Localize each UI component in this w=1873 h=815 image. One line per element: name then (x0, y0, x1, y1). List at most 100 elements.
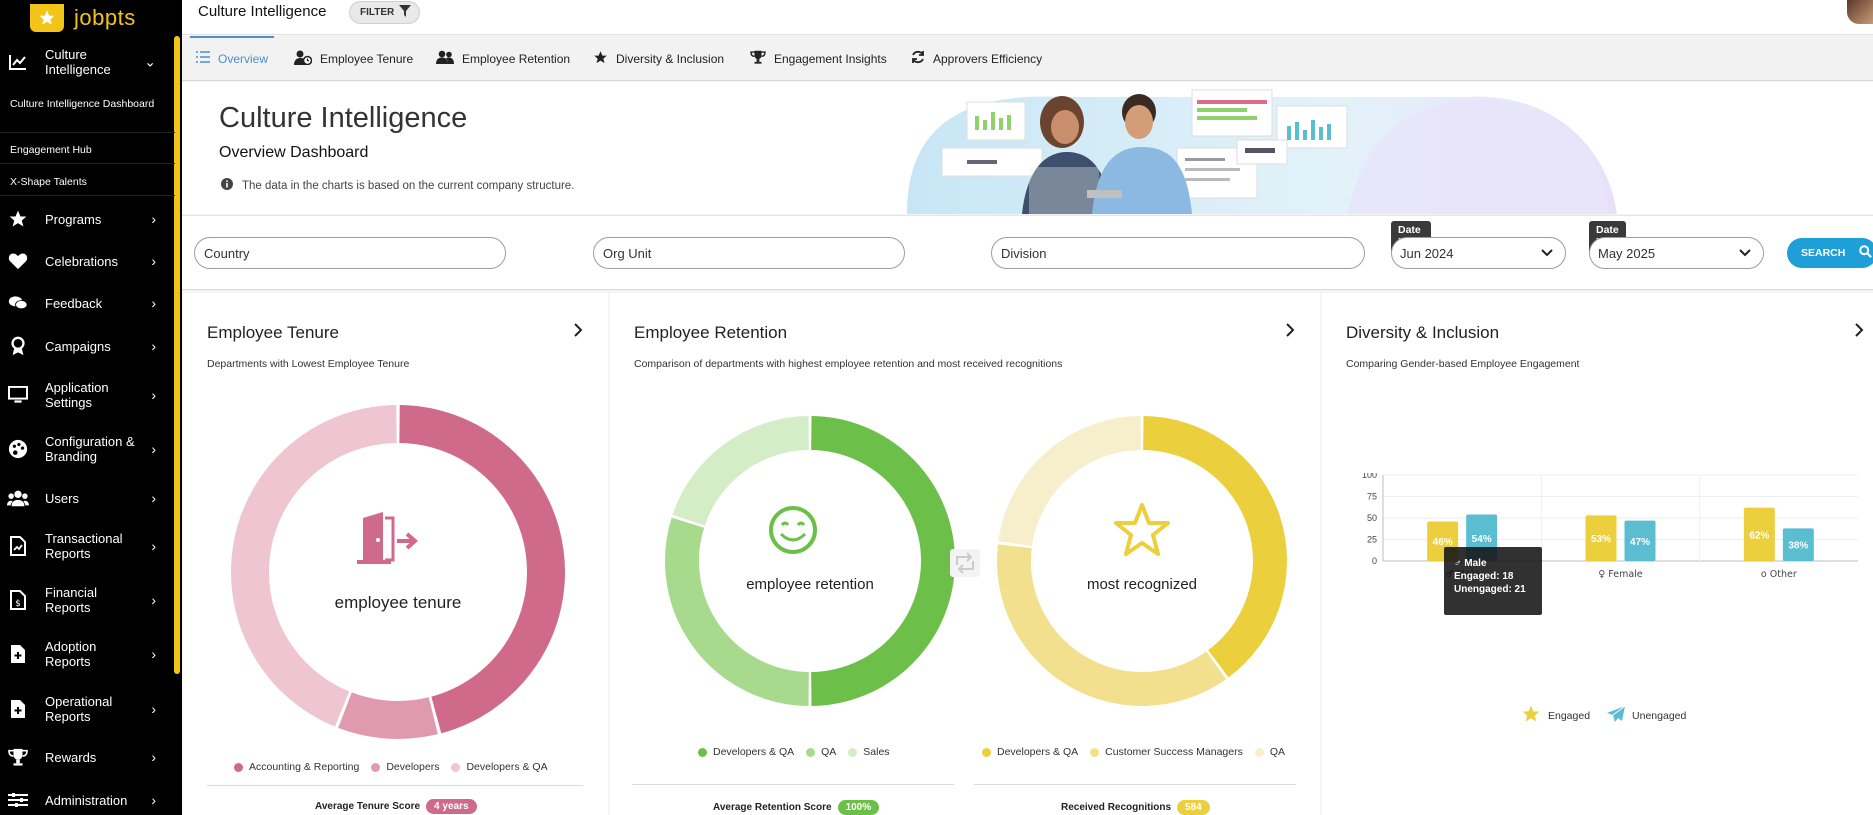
donut-slice-developers-qa[interactable] (1142, 416, 1287, 678)
search-button[interactable]: SEARCH (1787, 238, 1873, 268)
user-clock-icon (294, 50, 313, 68)
users-icon (6, 486, 30, 510)
org-unit-input[interactable]: Org Unit (593, 237, 905, 269)
report-plus-icon (6, 697, 30, 721)
donut-slice-developers-qa[interactable] (810, 416, 955, 706)
sidebar-item-configuration-branding[interactable]: Configuration & Branding › (0, 432, 170, 466)
recognition-center-label: most recognized (1087, 576, 1197, 593)
sidebar-item-financial-reports[interactable]: $ Financial Reports › (0, 583, 170, 617)
page-title: Culture Intelligence (219, 102, 468, 134)
tab-engagement-insights[interactable]: Engagement Insights (750, 36, 887, 81)
info-icon (221, 178, 233, 193)
y-tick-label: 0 (1372, 556, 1377, 566)
chevron-down-icon (1541, 246, 1553, 261)
chevron-right-icon[interactable] (573, 323, 583, 342)
sidebar-item-transactional-reports[interactable]: Transactional Reports › (0, 529, 170, 563)
tenure-legend: Accounting & Reporting Developers Develo… (234, 761, 548, 773)
sub-item-culture-dashboard[interactable]: Culture Intelligence Dashboard (10, 98, 160, 111)
top-bar: Culture Intelligence FILTER (182, 0, 1873, 35)
sidebar-item-application-settings[interactable]: Application Settings › (0, 378, 170, 412)
recognition-donut-chart: most recognized (997, 416, 1287, 706)
sidebar-item-rewards[interactable]: Rewards › (0, 744, 170, 770)
legend-item-engaged[interactable]: Engaged (1520, 704, 1590, 727)
hero-illustration (907, 89, 1617, 214)
app-title: Culture Intelligence (198, 3, 327, 20)
y-tick-label: 75 (1367, 492, 1377, 502)
tab-employee-retention[interactable]: Employee Retention (436, 36, 570, 81)
retention-score: Average Retention Score 100% (713, 800, 880, 815)
chevron-right-icon[interactable] (1854, 323, 1864, 342)
star-outline-icon (1114, 503, 1170, 556)
chevron-right-icon: › (151, 295, 156, 311)
diversity-inclusion-card: Diversity & Inclusion Comparing Gender-b… (1322, 293, 1873, 815)
recognitions-score: Received Recognitions 584 (1061, 800, 1210, 815)
legend-item[interactable]: Accounting & Reporting (234, 761, 359, 773)
legend-item[interactable]: Developers & QA (698, 746, 794, 758)
legend-item-unengaged[interactable]: Unengaged (1606, 705, 1686, 726)
donut-slice-developers-qa[interactable] (231, 405, 397, 727)
tab-diversity-inclusion[interactable]: Diversity & Inclusion (593, 36, 724, 81)
list-icon (196, 51, 210, 66)
retention-center-label: employee retention (746, 576, 874, 593)
diversity-legend: Engaged Unengaged (1520, 704, 1686, 727)
sidebar-item-programs[interactable]: Programs › (0, 206, 170, 232)
legend-item[interactable]: QA (806, 746, 836, 758)
sidebar-item-campaigns[interactable]: Campaigns › (0, 333, 170, 359)
card-title: Employee Retention (634, 323, 788, 342)
legend-item[interactable]: Developers & QA (982, 746, 1078, 758)
sub-item-engagement-hub[interactable]: Engagement Hub (10, 144, 160, 157)
sidebar-item-celebrations[interactable]: Celebrations › (0, 248, 170, 274)
x-tick-label: o Other (1761, 569, 1797, 580)
chart-line-icon (6, 50, 30, 74)
trophy-icon (750, 50, 766, 67)
date-until-select[interactable]: May 2025 (1589, 237, 1764, 269)
bar-data-label: 53% (1591, 534, 1611, 545)
avatar[interactable] (1847, 0, 1873, 24)
legend-item[interactable]: Customer Success Managers (1090, 746, 1243, 758)
page-subtitle: Overview Dashboard (219, 144, 369, 161)
paper-plane-icon (1606, 705, 1626, 726)
brand-logo[interactable]: jobpts (0, 0, 182, 35)
report-icon (6, 534, 30, 558)
trophy-icon (6, 745, 30, 769)
sidebar-item-administration[interactable]: Administration › (0, 787, 170, 813)
legend-item[interactable]: Sales (848, 746, 890, 758)
sidebar-item-feedback[interactable]: Feedback › (0, 290, 170, 316)
country-input[interactable]: Country (194, 237, 506, 269)
tab-overview[interactable]: Overview (189, 36, 275, 81)
sidebar-item-culture-intelligence[interactable]: Culture Intelligence ⌄ (0, 44, 170, 80)
chevron-right-icon: › (151, 490, 156, 506)
tab-bar: Overview Employee Tenure Employee Retent… (182, 36, 1873, 81)
sidebar-item-operational-reports[interactable]: Operational Reports › (0, 692, 170, 726)
employee-retention-card: Employee Retention Comparison of departm… (610, 293, 1320, 815)
report-plus-icon (6, 642, 30, 666)
y-tick-label: 25 (1367, 535, 1377, 545)
donut-slice-accounting-reporting[interactable] (399, 405, 565, 734)
sidebar-item-adoption-reports[interactable]: Adoption Reports › (0, 637, 170, 671)
card-title: Diversity & Inclusion (1346, 323, 1500, 342)
donut-slice-customer-success-managers[interactable] (997, 544, 1226, 706)
tenure-score-badge: 4 years (426, 799, 477, 814)
donut-slice-developers[interactable] (338, 692, 438, 739)
legend-item[interactable]: Developers (371, 761, 439, 773)
chevron-down-icon (1739, 246, 1751, 261)
palette-icon (6, 437, 30, 461)
chevron-right-icon: › (151, 646, 156, 662)
sub-item-x-shape-talents[interactable]: X-Shape Talents (10, 176, 160, 189)
card-subtitle: Comparing Gender-based Employee Engageme… (1346, 358, 1580, 370)
chevron-right-icon[interactable] (1285, 323, 1295, 342)
sidebar-item-users[interactable]: Users › (0, 485, 170, 511)
star-icon (1520, 704, 1542, 727)
filter-button[interactable]: FILTER (349, 1, 421, 24)
date-from-select[interactable]: Jun 2024 (1391, 237, 1566, 269)
recognitions-badge: 584 (1177, 800, 1210, 815)
tab-employee-tenure[interactable]: Employee Tenure (294, 36, 413, 81)
legend-item[interactable]: QA (1254, 746, 1285, 758)
legend-item[interactable]: Developers & QA (451, 761, 548, 773)
division-input[interactable]: Division (991, 237, 1365, 269)
search-icon (1859, 245, 1873, 261)
chevron-down-icon: ⌄ (144, 53, 156, 70)
tab-approvers-efficiency[interactable]: Approvers Efficiency (911, 36, 1042, 81)
donut-slice-qa[interactable] (665, 517, 810, 706)
card-title: Employee Tenure (207, 323, 339, 342)
